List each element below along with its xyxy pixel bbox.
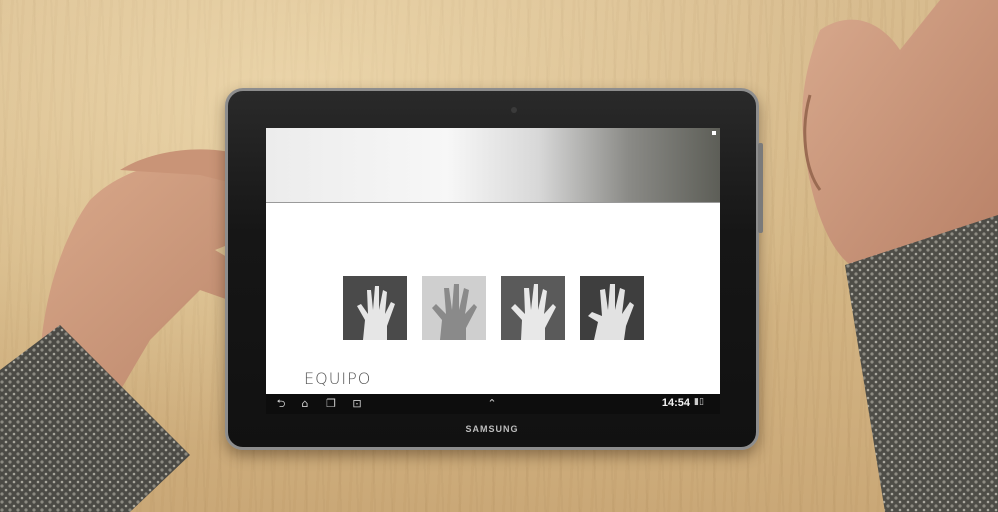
back-icon[interactable]: ⮌ (274, 397, 288, 411)
up-chevron-icon[interactable]: ⌃ (485, 397, 499, 411)
brand-logo: SAMSUNG (465, 424, 519, 434)
team-tile-4[interactable] (580, 276, 644, 340)
hand-photo-2-icon (422, 276, 486, 340)
team-tile-2[interactable] (422, 276, 486, 340)
right-hand (802, 0, 998, 512)
hand-photo-1-icon (343, 276, 407, 340)
section-title: EQUIPO (304, 369, 372, 388)
tablet-screen: EQUIPO ⮌ ⌂ ❐ ⊡ ⌃ 14:54 ▮▯ (266, 128, 720, 414)
header-divider (266, 202, 720, 203)
hand-photo-3-icon (501, 276, 565, 340)
home-icon[interactable]: ⌂ (298, 397, 312, 411)
screenshot-icon[interactable]: ⊡ (350, 397, 364, 411)
side-button (758, 143, 763, 233)
header-banner (266, 128, 720, 202)
android-navbar: ⮌ ⌂ ❐ ⊡ ⌃ 14:54 ▮▯ (266, 394, 720, 414)
recent-apps-icon[interactable]: ❐ (324, 397, 338, 411)
team-tile-3[interactable] (501, 276, 565, 340)
hand-photo-4-icon (580, 276, 644, 340)
signal-battery-icon: ▮▯ (694, 397, 704, 407)
clock: 14:54 (661, 397, 690, 409)
team-tile-1[interactable] (343, 276, 407, 340)
tablet-device: EQUIPO ⮌ ⌂ ❐ ⊡ ⌃ 14:54 ▮▯ SAMSUNG (225, 88, 763, 450)
status-icon (712, 131, 716, 135)
front-camera (511, 107, 517, 113)
